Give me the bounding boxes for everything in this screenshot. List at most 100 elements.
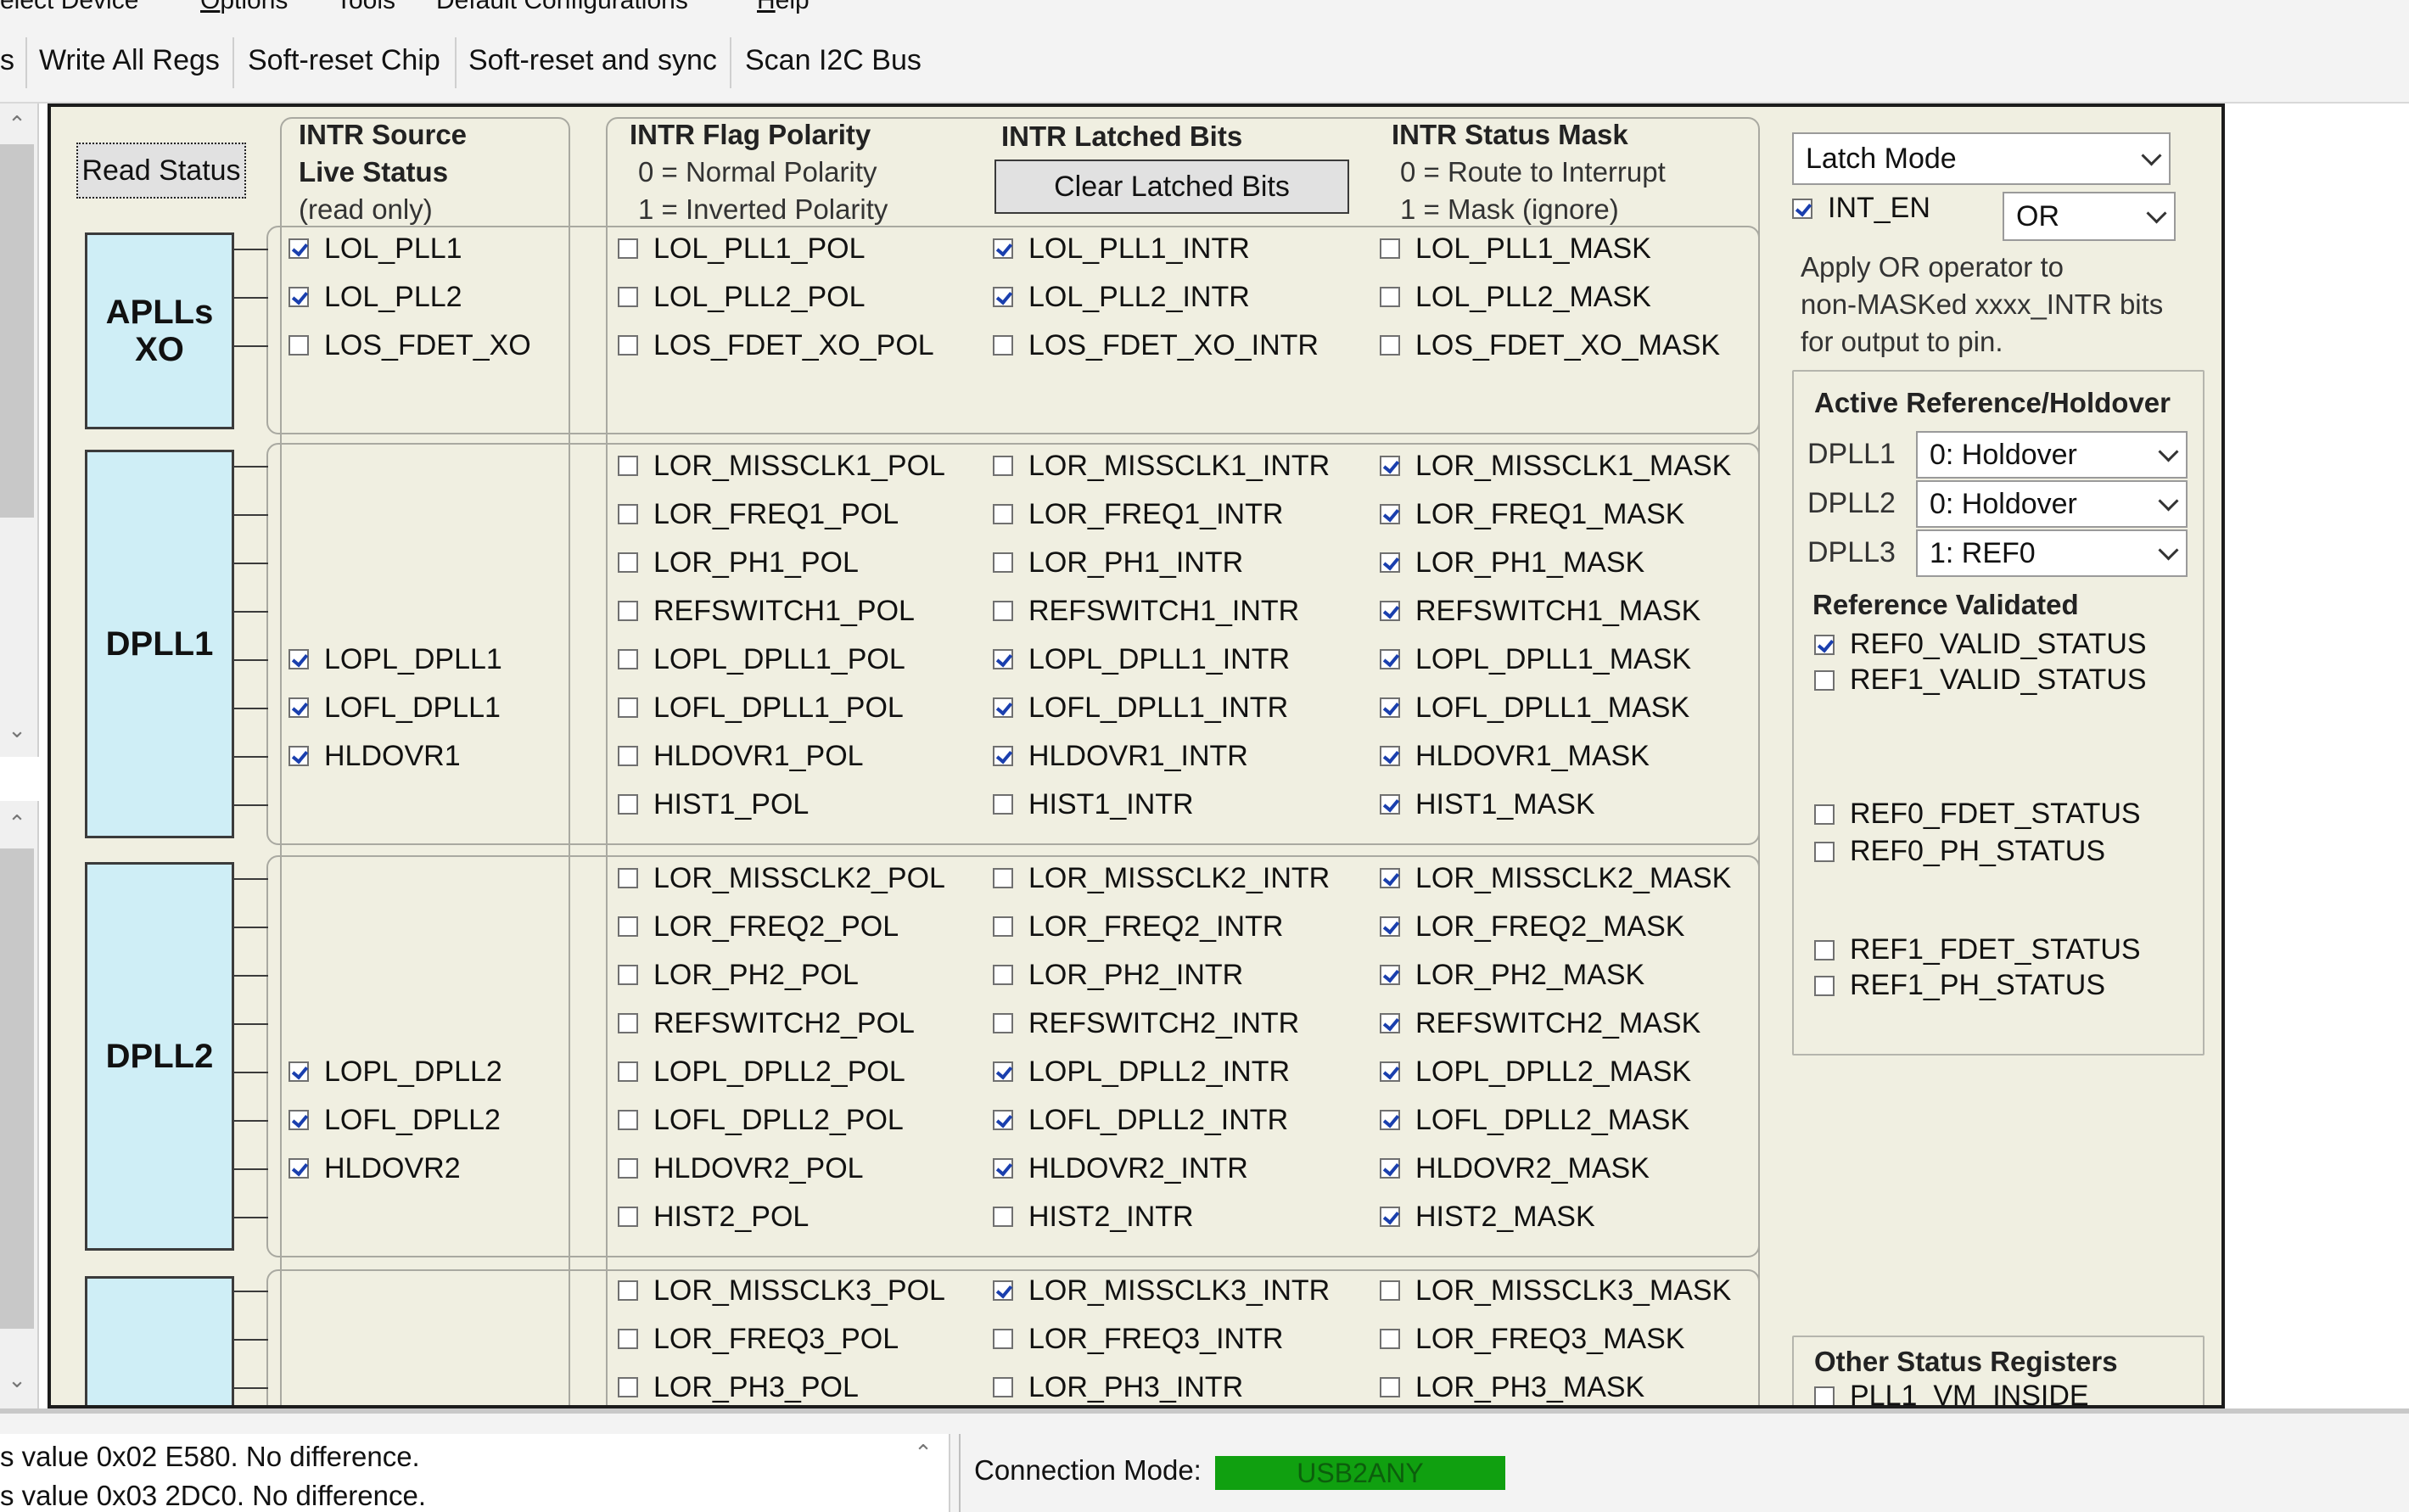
- checkbox-box[interactable]: [993, 697, 1013, 718]
- checkbox-box[interactable]: [618, 1280, 638, 1301]
- latched-intr-checkbox[interactable]: LOR_MISSCLK2_INTR: [993, 857, 1330, 899]
- latched-intr-checkbox[interactable]: REFSWITCH2_INTR: [993, 1002, 1299, 1044]
- polarity-checkbox[interactable]: LOS_FDET_XO_POL: [618, 324, 934, 367]
- checkbox-box[interactable]: [993, 287, 1013, 307]
- checkbox-box[interactable]: [618, 649, 638, 669]
- polarity-checkbox[interactable]: REFSWITCH2_POL: [618, 1002, 915, 1044]
- scrollbar-thumb[interactable]: [0, 848, 34, 1329]
- left-scrollbar-upper[interactable]: ⌃ ⌄: [0, 104, 39, 757]
- polarity-checkbox[interactable]: LOPL_DPLL2_POL: [618, 1050, 905, 1093]
- dpll3-reference-select[interactable]: 1: REF0: [1916, 529, 2188, 577]
- checkbox-box[interactable]: [618, 335, 638, 356]
- checkbox-box[interactable]: [993, 1013, 1013, 1033]
- checkbox-box[interactable]: [618, 746, 638, 766]
- status-mask-checkbox[interactable]: LOR_MISSCLK3_MASK: [1380, 1269, 1731, 1312]
- checkbox-box[interactable]: [1380, 601, 1400, 621]
- read-status-button[interactable]: Read Status: [76, 143, 246, 199]
- status-mask-checkbox[interactable]: LOR_PH1_MASK: [1380, 541, 1644, 584]
- pll1-vm-box[interactable]: [1814, 1386, 1835, 1405]
- checkbox-box[interactable]: [618, 916, 638, 937]
- polarity-checkbox[interactable]: LOR_FREQ2_POL: [618, 905, 899, 948]
- status-mask-checkbox[interactable]: LOL_PLL1_MASK: [1380, 227, 1651, 270]
- latched-intr-checkbox[interactable]: LOPL_DPLL1_INTR: [993, 638, 1290, 680]
- polarity-checkbox[interactable]: LOR_PH1_POL: [618, 541, 859, 584]
- status-mask-checkbox[interactable]: LOR_FREQ1_MASK: [1380, 493, 1684, 535]
- latched-intr-checkbox[interactable]: HLDOVR1_INTR: [993, 735, 1248, 777]
- latched-intr-checkbox[interactable]: LOR_PH3_INTR: [993, 1366, 1243, 1405]
- latched-intr-checkbox[interactable]: LOR_MISSCLK3_INTR: [993, 1269, 1330, 1312]
- checkbox-box[interactable]: [1380, 1280, 1400, 1301]
- checkbox-box[interactable]: [618, 1377, 638, 1397]
- dpll1-reference-select[interactable]: 0: Holdover: [1916, 431, 2188, 479]
- latch-mode-select[interactable]: Latch Mode: [1792, 132, 2171, 185]
- checkbox-box[interactable]: [1380, 1013, 1400, 1033]
- status-mask-checkbox[interactable]: LOPL_DPLL1_MASK: [1380, 638, 1691, 680]
- polarity-checkbox[interactable]: HIST2_POL: [618, 1196, 809, 1238]
- checkbox-box[interactable]: [618, 1158, 638, 1179]
- menu-default-configurations[interactable]: Default Configurations: [436, 0, 688, 15]
- checkbox-box[interactable]: [1380, 697, 1400, 718]
- checkbox-box[interactable]: [993, 746, 1013, 766]
- checkbox-box[interactable]: [993, 1329, 1013, 1349]
- checkbox-box[interactable]: [993, 649, 1013, 669]
- clear-latched-bits-button[interactable]: Clear Latched Bits: [994, 160, 1349, 214]
- checkbox-box[interactable]: [1380, 794, 1400, 815]
- polarity-checkbox[interactable]: LOFL_DPLL1_POL: [618, 686, 904, 729]
- dpll2-reference-select[interactable]: 0: Holdover: [1916, 480, 2188, 528]
- scroll-up-icon[interactable]: ⌃: [5, 811, 29, 835]
- scroll-up-icon[interactable]: ⌃: [911, 1441, 935, 1464]
- latched-intr-checkbox[interactable]: HLDOVR2_INTR: [993, 1147, 1248, 1190]
- status-mask-checkbox[interactable]: LOR_PH2_MASK: [1380, 954, 1644, 996]
- write-all-regs-button[interactable]: Write All Regs: [39, 44, 220, 77]
- latched-intr-checkbox[interactable]: LOFL_DPLL2_INTR: [993, 1099, 1288, 1141]
- status-mask-checkbox[interactable]: LOR_MISSCLK1_MASK: [1380, 445, 1731, 487]
- checkbox-box[interactable]: [618, 868, 638, 888]
- latched-intr-checkbox[interactable]: LOR_PH1_INTR: [993, 541, 1243, 584]
- checkbox-box[interactable]: [993, 1158, 1013, 1179]
- left-scrollbar-lower[interactable]: ⌃ ⌄: [0, 801, 39, 1408]
- polarity-checkbox[interactable]: REFSWITCH1_POL: [618, 590, 915, 632]
- latched-intr-checkbox[interactable]: LOFL_DPLL1_INTR: [993, 686, 1288, 729]
- checkbox-box[interactable]: [1380, 1377, 1400, 1397]
- checkbox-box[interactable]: [1380, 868, 1400, 888]
- checkbox-box[interactable]: [993, 868, 1013, 888]
- polarity-checkbox[interactable]: LOR_MISSCLK2_POL: [618, 857, 945, 899]
- latched-intr-checkbox[interactable]: LOR_PH2_INTR: [993, 954, 1243, 996]
- checkbox-box[interactable]: [1380, 1329, 1400, 1349]
- latched-intr-checkbox[interactable]: HIST2_INTR: [993, 1196, 1194, 1238]
- polarity-checkbox[interactable]: LOPL_DPLL1_POL: [618, 638, 905, 680]
- status-mask-checkbox[interactable]: LOR_MISSCLK2_MASK: [1380, 857, 1731, 899]
- checkbox-box[interactable]: [618, 456, 638, 476]
- status-mask-checkbox[interactable]: HLDOVR2_MASK: [1380, 1147, 1650, 1190]
- latched-intr-checkbox[interactable]: HIST1_INTR: [993, 783, 1194, 826]
- status-mask-checkbox[interactable]: LOPL_DPLL2_MASK: [1380, 1050, 1691, 1093]
- checkbox-box[interactable]: [1380, 965, 1400, 985]
- checkbox-box[interactable]: [993, 794, 1013, 815]
- status-mask-checkbox[interactable]: LOR_FREQ2_MASK: [1380, 905, 1684, 948]
- polarity-checkbox[interactable]: HIST1_POL: [618, 783, 809, 826]
- menu-options[interactable]: Options: [200, 0, 288, 15]
- soft-reset-sync-button[interactable]: Soft-reset and sync: [468, 44, 717, 77]
- latched-intr-checkbox[interactable]: LOR_FREQ2_INTR: [993, 905, 1283, 948]
- checkbox-box[interactable]: [993, 1280, 1013, 1301]
- checkbox-box[interactable]: [1380, 552, 1400, 573]
- polarity-checkbox[interactable]: LOR_MISSCLK1_POL: [618, 445, 945, 487]
- checkbox-box[interactable]: [618, 794, 638, 815]
- checkbox-box[interactable]: [1380, 287, 1400, 307]
- polarity-checkbox[interactable]: LOR_FREQ3_POL: [618, 1318, 899, 1360]
- menu-tools[interactable]: Tools: [336, 0, 395, 15]
- checkbox-box[interactable]: [993, 965, 1013, 985]
- latched-intr-checkbox[interactable]: LOR_MISSCLK1_INTR: [993, 445, 1330, 487]
- checkbox-box[interactable]: [618, 504, 638, 524]
- latched-intr-checkbox[interactable]: LOL_PLL1_INTR: [993, 227, 1250, 270]
- latched-intr-checkbox[interactable]: LOL_PLL2_INTR: [993, 276, 1250, 318]
- menu-help[interactable]: Help: [757, 0, 810, 15]
- latched-intr-checkbox[interactable]: LOR_FREQ1_INTR: [993, 493, 1283, 535]
- checkbox-box[interactable]: [618, 1110, 638, 1130]
- latched-intr-checkbox[interactable]: REFSWITCH1_INTR: [993, 590, 1299, 632]
- checkbox-box[interactable]: [1380, 649, 1400, 669]
- int-en-box[interactable]: [1792, 198, 1812, 219]
- toolbar-cut-button[interactable]: s: [0, 44, 14, 77]
- checkbox-box[interactable]: [993, 504, 1013, 524]
- soft-reset-chip-button[interactable]: Soft-reset Chip: [248, 44, 440, 77]
